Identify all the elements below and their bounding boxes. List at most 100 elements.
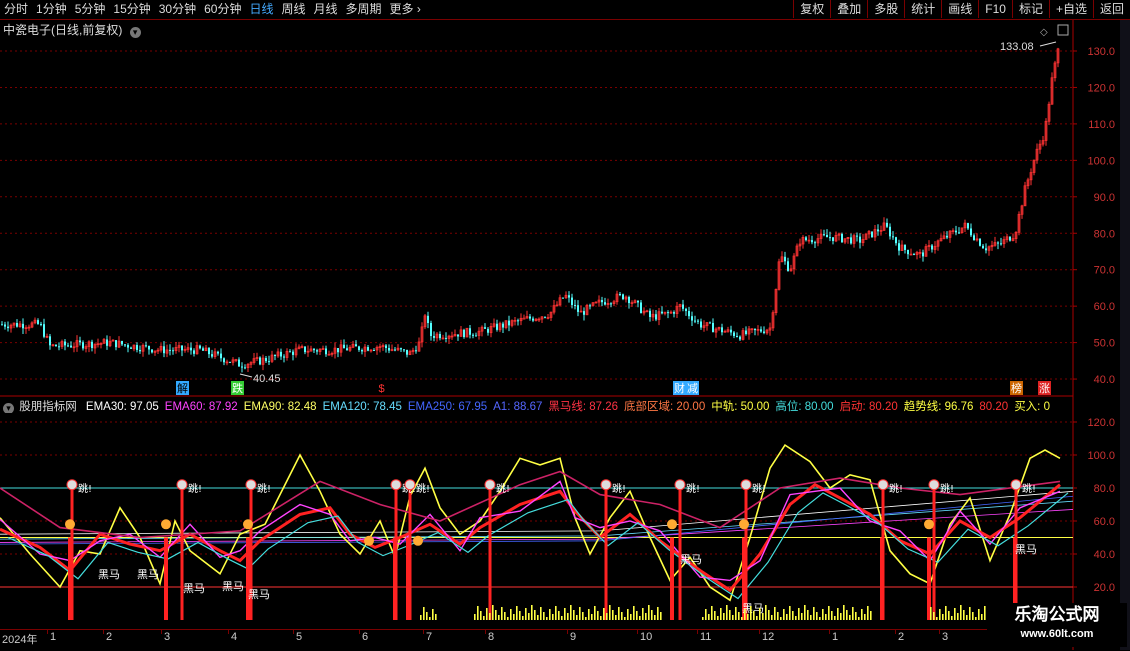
candle-body bbox=[217, 351, 219, 354]
dark-horse-label: 黑马 bbox=[248, 588, 270, 601]
candle-body bbox=[546, 317, 550, 319]
candle-body bbox=[337, 348, 339, 353]
candle-body bbox=[739, 336, 741, 340]
candle-body bbox=[339, 344, 343, 353]
candle-body bbox=[843, 238, 847, 243]
candle-body bbox=[688, 311, 690, 317]
candle-body bbox=[246, 364, 250, 369]
candle-body bbox=[615, 293, 619, 303]
candle-body bbox=[909, 253, 913, 256]
candle-body bbox=[931, 245, 933, 250]
jump-signal-icon bbox=[1010, 479, 1022, 491]
candle-body bbox=[415, 350, 417, 352]
date-label: 3 bbox=[164, 631, 171, 643]
volume-bar bbox=[768, 610, 770, 620]
dark-horse-label: 黑马 bbox=[98, 568, 120, 581]
candle-body bbox=[900, 244, 904, 251]
candle-body bbox=[807, 239, 811, 242]
candle-body bbox=[381, 345, 385, 347]
period-tab-9[interactable]: 多周期 bbox=[342, 0, 386, 19]
candle-body bbox=[430, 323, 432, 336]
candle-body bbox=[649, 310, 651, 317]
toolbar-button-7[interactable]: +自选 bbox=[1048, 0, 1093, 18]
candle-body bbox=[705, 322, 709, 327]
candle-body bbox=[141, 344, 145, 352]
volume-bar bbox=[966, 615, 968, 620]
period-tab-0[interactable]: 分时 bbox=[0, 0, 32, 19]
event-marker-bg bbox=[176, 381, 189, 395]
watermark: 乐淘公式网 www.60lt.com bbox=[987, 603, 1127, 647]
candle-body bbox=[841, 233, 843, 243]
jump-label: 跳! bbox=[416, 482, 430, 495]
candle-body bbox=[480, 326, 484, 332]
volume-bar bbox=[423, 607, 425, 620]
candle-body bbox=[685, 308, 687, 312]
event-marker-1: 跌 bbox=[232, 381, 243, 395]
toolbar-button-6[interactable]: 标记 bbox=[1011, 0, 1049, 18]
candle-body bbox=[571, 297, 573, 305]
candle-body bbox=[760, 329, 762, 332]
volume-bar bbox=[951, 616, 953, 620]
volume-bar bbox=[657, 607, 659, 620]
indicator-name[interactable]: 股朋指标网 bbox=[19, 401, 77, 413]
volume-bar bbox=[855, 612, 857, 620]
period-tab-2[interactable]: 5分钟 bbox=[71, 0, 110, 19]
kline-chart[interactable]: 130.0120.0110.0100.090.080.070.060.050.0… bbox=[0, 0, 1130, 650]
candle-body bbox=[252, 358, 256, 363]
indicator-value-6: 黑马线: 87.26 bbox=[548, 401, 619, 413]
volume-bar bbox=[837, 608, 839, 620]
candle-body bbox=[145, 345, 147, 347]
toolbar-button-1[interactable]: 叠加 bbox=[830, 0, 867, 18]
date-tick bbox=[359, 630, 360, 634]
toolbar-button-3[interactable]: 统计 bbox=[904, 0, 941, 18]
candle-body bbox=[9, 324, 13, 329]
toolbar-button-8[interactable]: 返回 bbox=[1092, 0, 1130, 18]
high-price-pointer bbox=[1039, 41, 1057, 47]
period-tab-7[interactable]: 周线 bbox=[277, 0, 309, 19]
candle-body bbox=[946, 235, 948, 238]
toolbar-button-0[interactable]: 复权 bbox=[793, 0, 830, 18]
event-marker-2: $ bbox=[378, 383, 384, 395]
event-marker-bg bbox=[1010, 381, 1023, 395]
candle-body bbox=[72, 346, 76, 349]
toolbar-button-5[interactable]: F10 bbox=[978, 0, 1012, 18]
date-tick bbox=[697, 630, 698, 634]
jump-signal-icon bbox=[176, 479, 188, 491]
volume-bar bbox=[723, 613, 725, 620]
dark-horse-label: 黑马 bbox=[1015, 543, 1037, 556]
period-tab-3[interactable]: 15分钟 bbox=[109, 0, 154, 19]
volume-bar bbox=[771, 615, 773, 620]
candle-body bbox=[985, 248, 987, 251]
volume-bar bbox=[711, 606, 713, 620]
candle-body bbox=[420, 326, 424, 343]
date-tick bbox=[228, 630, 229, 634]
period-tab-10[interactable]: 更多 › bbox=[386, 0, 425, 19]
jump-signal-icon bbox=[66, 479, 78, 491]
volume-bar bbox=[429, 617, 431, 620]
candle-body bbox=[948, 230, 952, 238]
toolbar-button-2[interactable]: 多股 bbox=[867, 0, 904, 18]
lower-tick-label: 40.0 bbox=[1094, 549, 1115, 561]
period-tab-4[interactable]: 30分钟 bbox=[155, 0, 200, 19]
candle-body bbox=[139, 349, 141, 352]
period-tab-5[interactable]: 60分钟 bbox=[200, 0, 245, 19]
candle-body bbox=[951, 230, 955, 233]
volume-bar bbox=[969, 607, 971, 620]
candle-body bbox=[309, 348, 313, 352]
volume-bar bbox=[843, 605, 845, 620]
candle-body bbox=[630, 302, 634, 304]
candle-body bbox=[313, 348, 315, 351]
candle-body bbox=[510, 320, 514, 326]
candle-body bbox=[199, 345, 201, 349]
candle-body bbox=[355, 344, 357, 347]
volume-bar bbox=[531, 605, 533, 620]
candle-body bbox=[591, 302, 595, 306]
period-tab-6[interactable]: 日线 bbox=[245, 0, 277, 19]
toolbar-button-4[interactable]: 画线 bbox=[941, 0, 978, 18]
period-tab-1[interactable]: 1分钟 bbox=[32, 0, 71, 19]
title-dropdown-icon[interactable]: ▾ bbox=[129, 27, 141, 38]
indicator-dropdown-icon[interactable]: ▾ bbox=[3, 403, 14, 413]
indicator-value-11: 趋势线: 96.76 bbox=[903, 401, 974, 413]
period-tab-8[interactable]: 月线 bbox=[310, 0, 342, 19]
candle-body bbox=[213, 351, 217, 357]
